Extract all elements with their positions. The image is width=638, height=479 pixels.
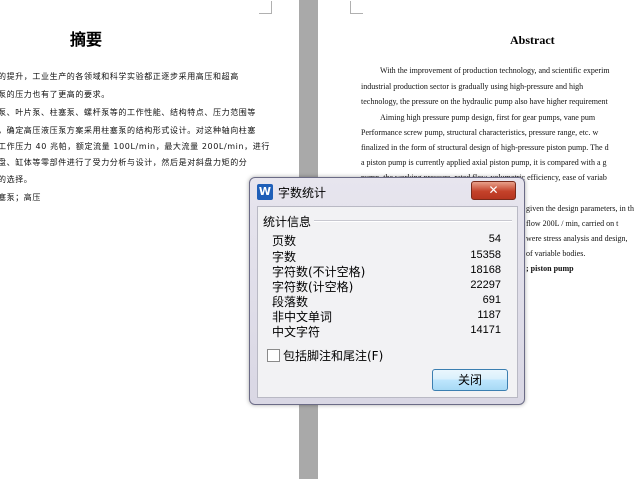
text-line: given the design parameters, in th bbox=[526, 204, 634, 213]
stat-value-paragraphs: 691 bbox=[482, 294, 501, 306]
stat-value-chinese-chars: 14171 bbox=[470, 324, 501, 336]
include-footnotes-checkbox[interactable] bbox=[267, 349, 280, 362]
text-line: Aiming high pressure pump design, first … bbox=[380, 113, 596, 122]
text-line: ，确定高压液压泵方案采用柱塞泵的结构形式设计。对这种轴向柱塞 bbox=[0, 126, 256, 135]
text-line: 泵的压力也有了更高的要求。 bbox=[0, 90, 110, 99]
stat-value-chars-no-spaces: 18168 bbox=[470, 264, 501, 276]
text-line: technology, the pressure on the hydrauli… bbox=[361, 97, 608, 106]
stat-value-non-chinese-words: 1187 bbox=[477, 309, 501, 321]
text-line: ; piston pump bbox=[526, 264, 574, 273]
page-corner-mark bbox=[350, 1, 363, 14]
stat-value-words: 15358 bbox=[470, 249, 501, 261]
close-button[interactable]: 关闭 bbox=[432, 369, 508, 391]
text-line: 盘、缸体等零部件进行了受力分析与设计，然后是对斜盘力矩的分 bbox=[0, 158, 248, 167]
text-line: Performance screw pump, structural chara… bbox=[361, 128, 599, 137]
word-count-dialog: W 字数统计 ✕ 统计信息 页数 54 字数 15358 字符数(不计空格) 1… bbox=[249, 177, 525, 405]
stat-label-pages: 页数 bbox=[272, 234, 297, 248]
text-line: industrial production sector is graduall… bbox=[361, 82, 584, 91]
text-line: of variable bodies. bbox=[526, 249, 586, 258]
dialog-close-icon[interactable]: ✕ bbox=[471, 181, 516, 200]
text-line: 的选择。 bbox=[0, 175, 33, 184]
wps-writer-icon: W bbox=[257, 184, 273, 200]
abstract-title-en: Abstract bbox=[510, 33, 555, 47]
include-footnotes-label[interactable]: 包括脚注和尾注(F) bbox=[283, 347, 383, 364]
stat-value-pages: 54 bbox=[488, 233, 501, 245]
dialog-content: 统计信息 页数 54 字数 15358 字符数(不计空格) 18168 字符数(… bbox=[257, 206, 518, 398]
text-line: 泵、叶片泵、柱塞泵、螺杆泵等的工作性能、结构特点、压力范围等 bbox=[0, 108, 256, 117]
text-line: 工作压力 40 兆帕，额定流量 100L/min，最大流量 200L/min，进… bbox=[0, 142, 270, 151]
page-corner-mark bbox=[259, 1, 272, 14]
abstract-title-zh: 摘要 bbox=[70, 30, 103, 49]
dialog-titlebar[interactable]: W 字数统计 ✕ bbox=[250, 178, 524, 206]
text-line: With the improvement of production techn… bbox=[380, 66, 610, 75]
group-divider bbox=[314, 220, 512, 222]
text-line: 塞泵；高压 bbox=[0, 193, 41, 202]
text-line: 的提升，工业生产的各领域和科学实验都正逐步采用高压和超高 bbox=[0, 72, 239, 81]
text-line: flow 200L / min, carried on t bbox=[526, 219, 619, 228]
stat-label-chinese-chars: 中文字符 bbox=[272, 325, 321, 339]
dialog-title: 字数统计 bbox=[278, 186, 327, 200]
text-line: a piston pump is currently applied axial… bbox=[361, 158, 607, 167]
stat-value-chars-with-spaces: 22297 bbox=[470, 279, 501, 291]
text-line: were stress analysis and design, bbox=[526, 234, 628, 243]
stats-group-label: 统计信息 bbox=[263, 215, 312, 229]
text-line: finalized in the form of structural desi… bbox=[361, 143, 609, 152]
